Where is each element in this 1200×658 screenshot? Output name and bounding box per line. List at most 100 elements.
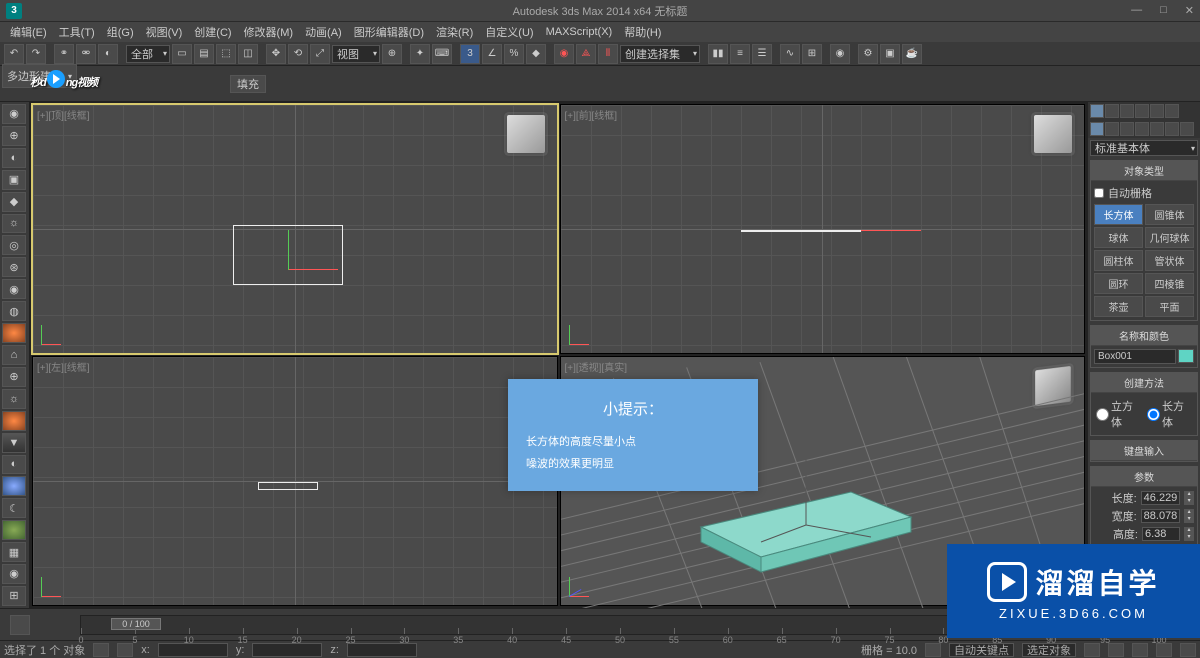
subtab-lights[interactable]	[1120, 122, 1134, 136]
select-button[interactable]: ▭	[172, 44, 192, 64]
btn-sphere[interactable]: 球体	[1094, 227, 1143, 248]
material-editor-button[interactable]: ◉	[830, 44, 850, 64]
spinner-snap-button[interactable]: ◆	[526, 44, 546, 64]
btn-box[interactable]: 长方体	[1094, 204, 1143, 225]
menu-customize[interactable]: 自定义(U)	[479, 24, 539, 40]
lt-btn-13[interactable]: ⊕	[2, 367, 26, 387]
subtab-helpers[interactable]	[1150, 122, 1164, 136]
select-window-button[interactable]: ◫	[238, 44, 258, 64]
coord-z-field[interactable]	[347, 643, 417, 657]
lt-btn-14[interactable]: ☼	[2, 389, 26, 409]
menu-group[interactable]: 组(G)	[101, 24, 140, 40]
btn-geosphere[interactable]: 几何球体	[1145, 227, 1194, 248]
link-button[interactable]: ⚭	[54, 44, 74, 64]
curve-editor-button[interactable]: ∿	[780, 44, 800, 64]
subtab-shapes[interactable]	[1105, 122, 1119, 136]
lt-btn-21[interactable]: ▦	[2, 542, 26, 562]
tab-motion[interactable]	[1135, 104, 1149, 118]
lt-btn-16[interactable]: ▼	[2, 433, 26, 453]
mirror2-button[interactable]: ▮▮	[708, 44, 728, 64]
radio-cube[interactable]: 立方体	[1096, 398, 1141, 430]
goto-end-button[interactable]	[1180, 643, 1196, 657]
undo-button[interactable]: ↶	[4, 44, 24, 64]
lt-btn-23[interactable]: ⊞	[2, 586, 26, 606]
tab-hierarchy[interactable]	[1120, 104, 1134, 118]
rollup-create-method-header[interactable]: 创建方法	[1091, 373, 1197, 393]
viewport-front[interactable]: [+][前][线框]	[560, 104, 1086, 354]
menu-render[interactable]: 渲染(R)	[430, 24, 479, 40]
fill-button[interactable]: 填充	[230, 75, 266, 93]
lt-btn-10[interactable]: ◍	[2, 301, 26, 321]
lt-btn-4[interactable]: ▣	[2, 170, 26, 190]
schematic-button[interactable]: ⊞	[802, 44, 822, 64]
viewcube-top[interactable]	[507, 115, 545, 153]
select-move-button[interactable]: ✥	[266, 44, 286, 64]
btn-pyramid[interactable]: 四棱锥	[1145, 273, 1194, 294]
coord-y-field[interactable]	[252, 643, 322, 657]
viewport-left[interactable]: [+][左][线框]	[32, 356, 558, 606]
keyboard-button[interactable]: ⌨	[432, 44, 452, 64]
menu-maxscript[interactable]: MAXScript(X)	[540, 26, 619, 38]
lt-btn-20[interactable]	[2, 520, 26, 540]
lt-btn-9[interactable]: ◉	[2, 279, 26, 299]
autokey-button[interactable]: 自动关键点	[949, 643, 1014, 657]
btn-tube[interactable]: 管状体	[1145, 250, 1194, 271]
radio-box[interactable]: 长方体	[1147, 398, 1192, 430]
pivot-button[interactable]: ⊕	[382, 44, 402, 64]
goto-start-button[interactable]	[1108, 643, 1124, 657]
btn-cylinder[interactable]: 圆柱体	[1094, 250, 1143, 271]
bind-button[interactable]: ◐	[98, 44, 118, 64]
timeline-slider[interactable]: 0 / 100	[111, 618, 161, 630]
menu-create[interactable]: 创建(C)	[188, 24, 237, 40]
angle-snap-button[interactable]: ∠	[482, 44, 502, 64]
subtab-geometry[interactable]	[1090, 122, 1104, 136]
menu-animation[interactable]: 动画(A)	[299, 24, 348, 40]
select-name-button[interactable]: ▤	[194, 44, 214, 64]
percent-snap-button[interactable]: %	[504, 44, 524, 64]
width-spin-icon[interactable]	[1184, 509, 1194, 523]
height-spinner[interactable]: 6.38	[1142, 527, 1180, 541]
redo-button[interactable]: ↷	[26, 44, 46, 64]
mirror-button[interactable]: ⟁	[576, 44, 596, 64]
btn-teapot[interactable]: 茶壶	[1094, 296, 1143, 317]
lt-btn-11[interactable]	[2, 323, 26, 343]
viewport-top[interactable]: [+][顶][线框]	[32, 104, 558, 354]
manipulate-button[interactable]: ✦	[410, 44, 430, 64]
menu-edit[interactable]: 编辑(E)	[4, 24, 53, 40]
subtab-cameras[interactable]	[1135, 122, 1149, 136]
maximize-button[interactable]: □	[1160, 4, 1167, 17]
selected-object-dropdown[interactable]: 选定对象	[1022, 643, 1076, 657]
subtab-systems[interactable]	[1180, 122, 1194, 136]
render-setup-button[interactable]: ⚙	[858, 44, 878, 64]
btn-cone[interactable]: 圆锥体	[1145, 204, 1194, 225]
menu-modifiers[interactable]: 修改器(M)	[238, 24, 300, 40]
select-rotate-button[interactable]: ⟲	[288, 44, 308, 64]
lt-btn-12[interactable]: ⌂	[2, 345, 26, 365]
unlink-button[interactable]: ⚮	[76, 44, 96, 64]
rollup-objecttype-header[interactable]: 对象类型	[1091, 161, 1197, 181]
object-color-swatch[interactable]	[1178, 349, 1194, 363]
coord-x-field[interactable]	[158, 643, 228, 657]
lt-btn-8[interactable]: ⊛	[2, 257, 26, 277]
autogrid-checkbox[interactable]	[1094, 188, 1104, 198]
lt-btn-17[interactable]: ◐	[2, 455, 26, 475]
viewcube-front[interactable]	[1034, 115, 1072, 153]
lt-btn-22[interactable]: ◉	[2, 564, 26, 584]
menu-view[interactable]: 视图(V)	[140, 24, 189, 40]
time-tag-button[interactable]	[925, 643, 941, 657]
tab-utilities[interactable]	[1165, 104, 1179, 118]
menu-tools[interactable]: 工具(T)	[53, 24, 101, 40]
select-rect-button[interactable]: ⬚	[216, 44, 236, 64]
category-dropdown[interactable]: 标准基本体	[1090, 140, 1198, 156]
lt-btn-15[interactable]	[2, 411, 26, 431]
tab-display[interactable]	[1150, 104, 1164, 118]
selection-filter-dropdown[interactable]: 全部	[126, 45, 170, 63]
lt-btn-2[interactable]: ⊕	[2, 126, 26, 146]
length-spinner[interactable]: 46.229	[1141, 491, 1181, 505]
width-spinner[interactable]: 88.078	[1141, 509, 1181, 523]
lt-btn-1[interactable]: ◉	[2, 104, 26, 124]
edit-selset-button[interactable]: ◉	[554, 44, 574, 64]
subtab-spacewarps[interactable]	[1165, 122, 1179, 136]
menu-grapheditor[interactable]: 图形编辑器(D)	[348, 24, 430, 40]
align-button[interactable]: ⫴	[598, 44, 618, 64]
